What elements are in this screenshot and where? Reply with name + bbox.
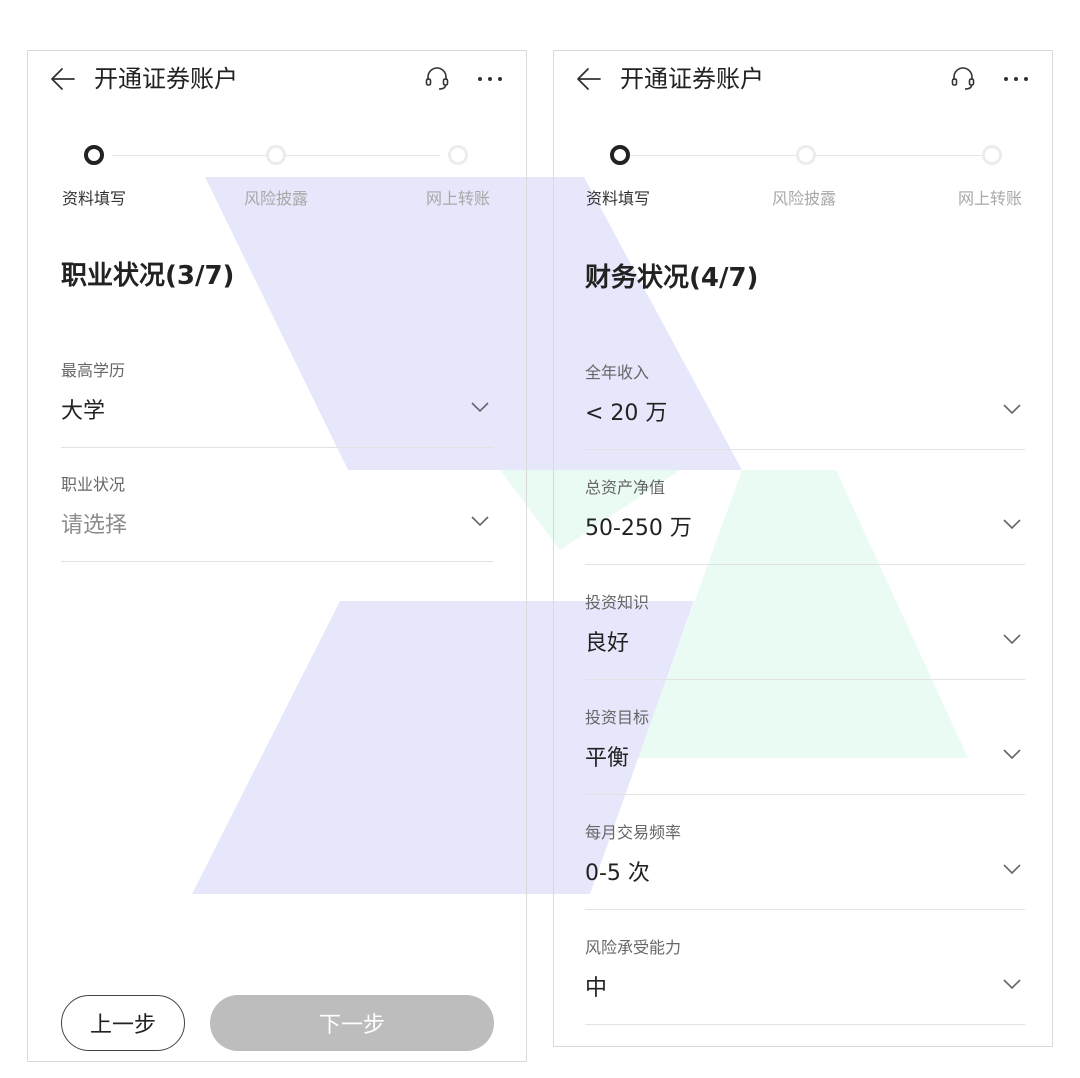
net-assets-select[interactable]: 总资产净值 50-250 万	[585, 474, 1025, 565]
headset-icon[interactable]	[950, 65, 976, 91]
annual-income-select[interactable]: 全年收入 < 20 万	[585, 359, 1025, 450]
chevron-down-icon	[471, 516, 489, 527]
chevron-down-icon	[1003, 979, 1021, 990]
field-value: 50-250 万	[585, 516, 692, 541]
step-label-2: 风险披露	[244, 189, 309, 208]
section-title: 职业状况(3/7)	[61, 261, 235, 291]
investment-goal-select[interactable]: 投资目标 平衡	[585, 704, 1025, 795]
app-header: 开通证券账户	[28, 51, 526, 107]
arrow-left-icon[interactable]	[50, 66, 76, 92]
field-label: 投资目标	[585, 708, 650, 727]
step-connector	[816, 155, 982, 156]
step-dot-2	[266, 145, 286, 165]
field-label: 投资知识	[585, 593, 650, 612]
step-label-1: 资料填写	[62, 189, 127, 208]
arrow-left-icon[interactable]	[576, 66, 602, 92]
chevron-down-icon	[1003, 634, 1021, 645]
field-placeholder: 请选择	[61, 513, 128, 538]
field-label: 风险承受能力	[585, 938, 682, 957]
occupation-select[interactable]: 职业状况 请选择	[61, 471, 493, 562]
left-phone-screen: 开通证券账户 资料填写 风险披露 网上转账 职业状况(3/7) 最高学历 大学 …	[27, 50, 527, 1062]
more-dots-icon[interactable]	[1002, 65, 1030, 91]
investment-knowledge-select[interactable]: 投资知识 良好	[585, 589, 1025, 680]
progress-stepper: 资料填写 风险披露 网上转账	[60, 145, 494, 215]
field-value: 中	[585, 976, 608, 1001]
app-header: 开通证券账户	[554, 51, 1052, 107]
field-value: 大学	[61, 399, 106, 424]
field-label: 职业状况	[61, 475, 126, 494]
risk-tolerance-select[interactable]: 风险承受能力 中	[585, 934, 1025, 1025]
field-value: 良好	[585, 631, 630, 656]
headset-icon[interactable]	[424, 65, 450, 91]
chevron-down-icon	[1003, 864, 1021, 875]
trading-frequency-select[interactable]: 每月交易频率 0-5 次	[585, 819, 1025, 910]
section-title: 财务状况(4/7)	[585, 263, 759, 293]
step-connector	[112, 155, 266, 156]
field-label: 总资产净值	[585, 478, 666, 497]
prev-step-button[interactable]: 上一步	[61, 995, 185, 1051]
chevron-down-icon	[471, 402, 489, 413]
step-label-3: 网上转账	[958, 189, 1023, 208]
step-label-1: 资料填写	[586, 189, 651, 208]
education-select[interactable]: 最高学历 大学	[61, 357, 493, 448]
page-title: 开通证券账户	[94, 65, 238, 93]
step-dot-2	[796, 145, 816, 165]
step-label-3: 网上转账	[426, 189, 491, 208]
step-label-2: 风险披露	[772, 189, 837, 208]
field-label: 全年收入	[585, 363, 650, 382]
page-title: 开通证券账户	[620, 65, 764, 93]
field-value: 平衡	[585, 746, 630, 771]
chevron-down-icon	[1003, 519, 1021, 530]
step-dot-3	[448, 145, 468, 165]
field-label: 每月交易频率	[585, 823, 682, 842]
step-dot-1	[610, 145, 630, 165]
step-dot-1	[84, 145, 104, 165]
progress-stepper: 资料填写 风险披露 网上转账	[586, 145, 1023, 215]
step-connector	[286, 155, 440, 156]
more-dots-icon[interactable]	[476, 65, 504, 91]
right-phone-screen: 开通证券账户 资料填写 风险披露 网上转账 财务状况(4/7) 全年收入 < 2…	[553, 50, 1053, 1047]
next-step-button[interactable]: 下一步	[210, 995, 494, 1051]
field-value: < 20 万	[585, 401, 668, 426]
field-value: 0-5 次	[585, 861, 650, 886]
step-dot-3	[982, 145, 1002, 165]
step-connector	[630, 155, 796, 156]
chevron-down-icon	[1003, 404, 1021, 415]
field-label: 最高学历	[61, 361, 126, 380]
chevron-down-icon	[1003, 749, 1021, 760]
